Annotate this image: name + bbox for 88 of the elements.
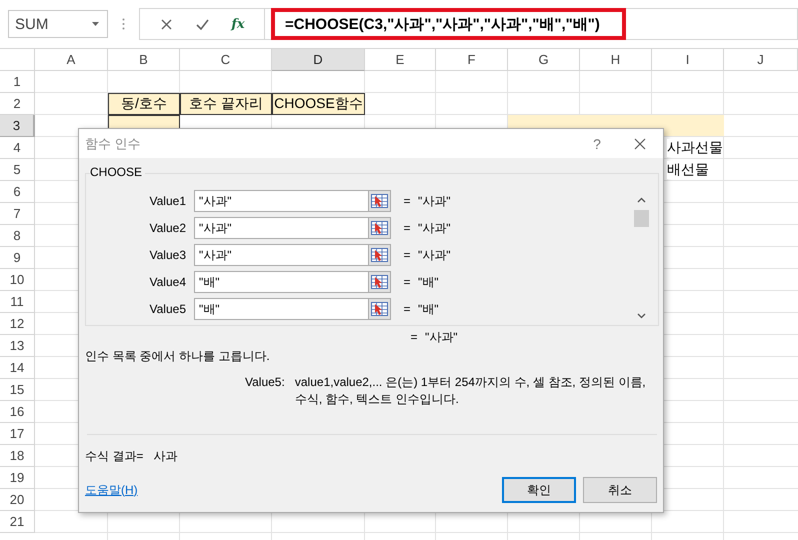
column-header[interactable]: G [508, 49, 580, 71]
grid-arrow-icon [371, 302, 388, 316]
row-header[interactable]: 20 [0, 489, 35, 511]
argument-label: Value2 [148, 221, 187, 235]
row-header[interactable]: 4 [0, 137, 35, 159]
table-cell: 동/호수 [108, 93, 180, 115]
range-select-button[interactable] [369, 190, 391, 212]
function-description: 인수 목록 중에서 하나를 고릅니다. [85, 348, 271, 365]
argument-result: "배" [418, 274, 439, 290]
equals-sign: = [402, 194, 412, 208]
close-icon [634, 138, 646, 150]
function-name: CHOOSE [90, 165, 146, 179]
row-header[interactable]: 9 [0, 247, 35, 269]
row-header[interactable]: 1 [0, 71, 35, 93]
argument-name: Value5: [245, 374, 286, 391]
column-header[interactable]: H [580, 49, 652, 71]
row-header[interactable]: 11 [0, 291, 35, 313]
help-button[interactable]: ? [577, 136, 617, 152]
argument-result: "사과" [418, 220, 451, 236]
argument-label: Value3 [148, 248, 187, 262]
argument-result: "사과" [418, 192, 451, 210]
grid-arrow-icon [371, 248, 388, 262]
row-header[interactable]: 2 [0, 93, 35, 115]
table-cell: 호수 끝자리 [180, 93, 272, 115]
row-header[interactable]: 18 [0, 445, 35, 467]
column-header[interactable]: F [436, 49, 508, 71]
grip-icon [122, 18, 125, 30]
row-header[interactable]: 17 [0, 423, 35, 445]
row-header[interactable]: 14 [0, 357, 35, 379]
row-header[interactable]: 3 [0, 115, 35, 137]
equals-sign: = [402, 302, 412, 316]
equals-sign: = [409, 330, 418, 344]
caret-icon [92, 22, 99, 26]
column-header[interactable]: C [180, 49, 272, 71]
argument-field[interactable]: "사과" [194, 217, 369, 239]
window-title: 함수 인수 [85, 134, 142, 152]
grid-arrow-icon [371, 275, 388, 289]
dialog-button[interactable]: 취소 [583, 477, 657, 503]
argument-label: Value5 [148, 302, 187, 316]
equals-sign: = [402, 248, 412, 262]
argument-label: Value4 [148, 275, 187, 289]
column-header[interactable]: E [365, 49, 436, 71]
row-header[interactable]: 10 [0, 269, 35, 291]
help-link[interactable]: 도움말(H) [85, 482, 138, 498]
row-header[interactable]: 21 [0, 511, 35, 533]
row-header[interactable]: 7 [0, 203, 35, 225]
equals-sign: = [402, 275, 412, 289]
column-header[interactable]: J [724, 49, 798, 71]
column-header[interactable]: A [35, 49, 108, 71]
row-header[interactable]: 19 [0, 467, 35, 489]
formula-field[interactable]: =CHOOSE(C3,"사과","사과","사과","배","배") [271, 8, 626, 40]
formula-value: "사과" [425, 328, 458, 346]
argument-label: Value1 [148, 194, 187, 208]
close-icon [160, 18, 172, 30]
column-header[interactable]: D [272, 49, 365, 71]
range-select-button[interactable] [369, 217, 391, 239]
row-header[interactable]: 15 [0, 379, 35, 401]
table-cell: 사과선물 [667, 139, 723, 157]
dialog-button[interactable]: 확인 [502, 477, 576, 503]
argument-field[interactable]: "사과" [194, 190, 369, 212]
row-header[interactable]: 5 [0, 159, 35, 181]
result-label: 수식 결과= [85, 448, 144, 464]
row-header[interactable]: 6 [0, 181, 35, 203]
range-select-button[interactable] [369, 244, 391, 266]
range-select-button[interactable] [369, 271, 391, 293]
row-header[interactable]: 16 [0, 401, 35, 423]
name-box[interactable]: SUM [8, 10, 108, 38]
row-header[interactable]: 13 [0, 335, 35, 357]
row-header[interactable]: 8 [0, 225, 35, 247]
argument-result: "사과" [418, 246, 451, 264]
insert-function-button[interactable]: fx [220, 14, 256, 34]
row-header[interactable]: 12 [0, 313, 35, 335]
column-header[interactable]: B [108, 49, 180, 71]
argument-description: value1,value2,... 은(는) 1부터 254까지의 수, 셀 참조, 정의된 이름, 수식, 함수, 텍스트 인수입니다. [294, 374, 647, 408]
scroll-thumb[interactable] [634, 210, 649, 227]
column-header[interactable]: I [652, 49, 724, 71]
grid-arrow-icon [371, 194, 388, 208]
argument-field[interactable]: "배" [194, 271, 369, 293]
equals-sign: = [402, 221, 412, 235]
check-icon [196, 18, 208, 30]
result-value: 사과 [153, 448, 178, 464]
argument-result: "배" [418, 300, 439, 318]
argument-field[interactable]: "배" [194, 298, 369, 320]
table-cell: CHOOSE함수 [272, 93, 365, 115]
grid-arrow-icon [371, 221, 388, 235]
argument-field[interactable]: "사과" [194, 244, 369, 266]
table-cell: 배선물 [667, 161, 709, 179]
range-select-button[interactable] [369, 298, 391, 320]
